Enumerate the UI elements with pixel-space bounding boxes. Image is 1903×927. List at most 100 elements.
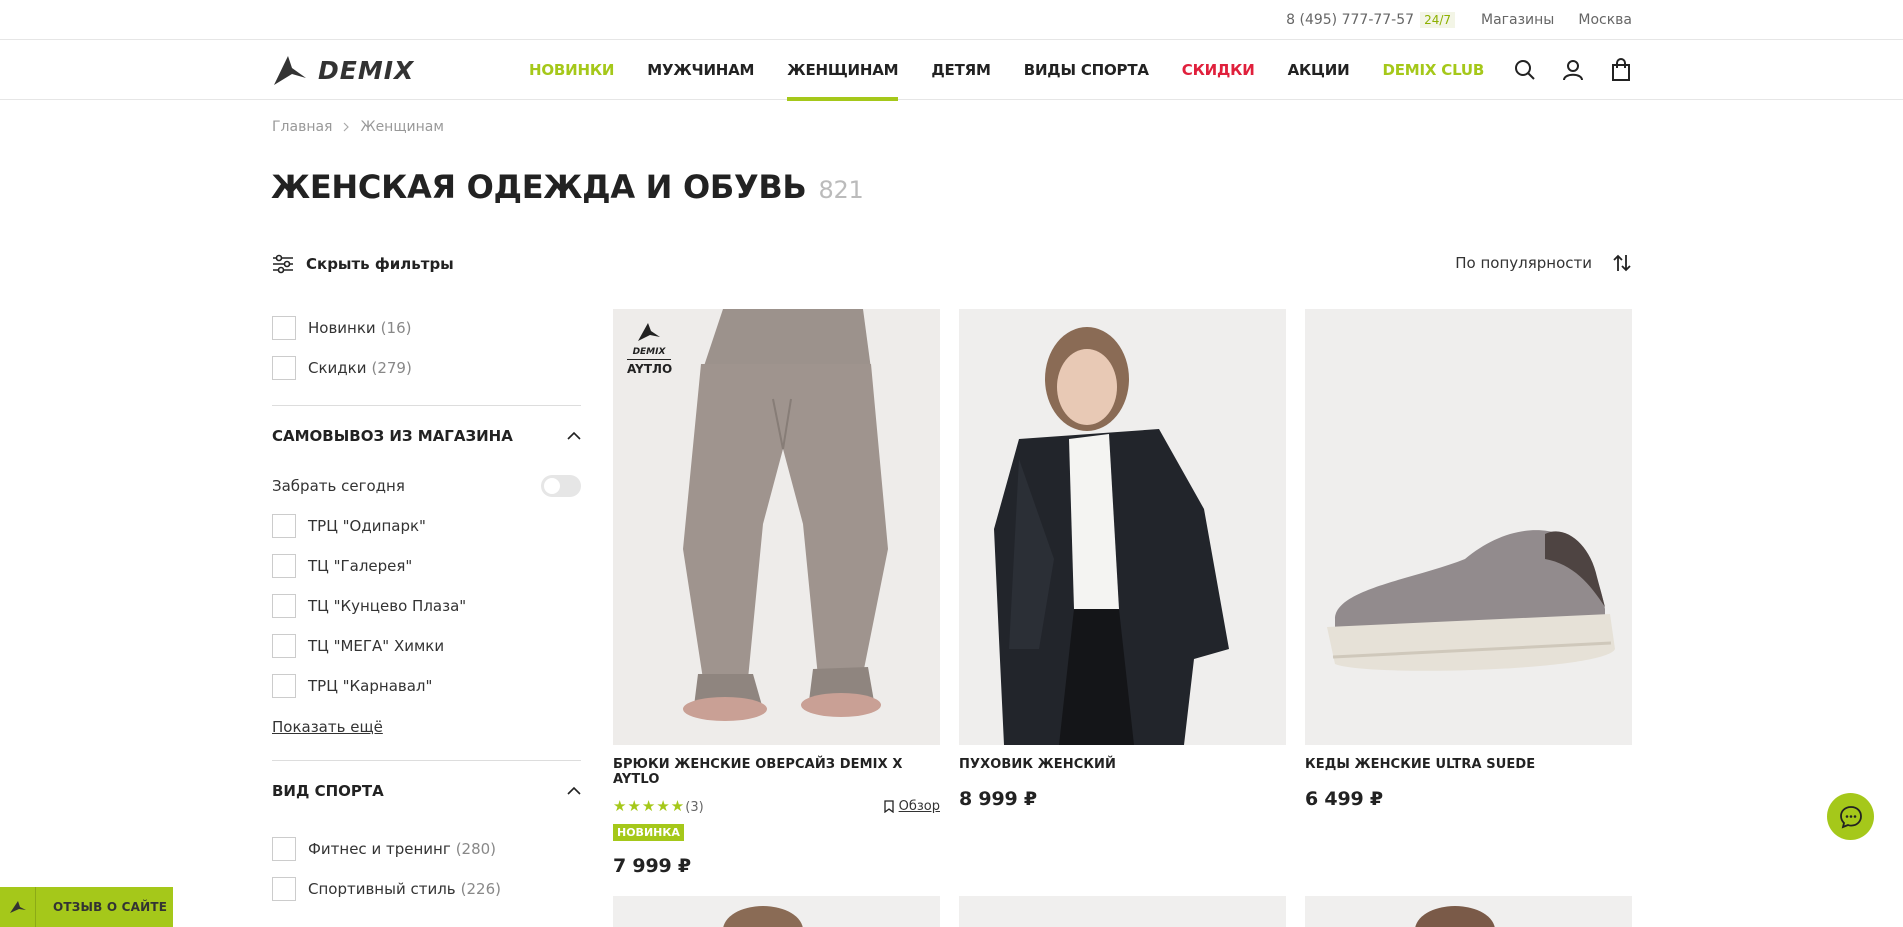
rating-stars: ★★★★★(3) — [613, 797, 704, 815]
nav-sports[interactable]: ВИДЫ СПОРТА — [1024, 40, 1149, 100]
filter-count: (16) — [380, 319, 412, 337]
nav-men[interactable]: МУЖЧИНАМ — [647, 40, 754, 100]
bag-icon[interactable] — [1609, 58, 1633, 82]
chevron-right-icon — [344, 122, 350, 132]
breadcrumb-current[interactable]: Женщинам — [360, 119, 443, 135]
city-selector[interactable]: Москва — [1578, 12, 1632, 28]
checkbox[interactable] — [272, 594, 296, 618]
show-more-link[interactable]: Показать ещё — [272, 718, 383, 736]
store-item[interactable]: ТЦ "Галерея" — [272, 546, 581, 586]
filters-toggle-button[interactable]: Скрыть фильтры — [272, 254, 454, 274]
product-image[interactable] — [959, 309, 1286, 745]
collab-tag: DEMIX AYTЛO — [627, 321, 672, 376]
store-item[interactable]: ТРЦ "Карнавал" — [272, 666, 581, 706]
chat-button[interactable] — [1827, 793, 1874, 840]
store-label: ТЦ "Кунцево Плаза" — [308, 597, 467, 615]
nav-women[interactable]: ЖЕНЩИНАМ — [787, 40, 899, 101]
top-bar-links: 8 (495) 777-77-57 24/7 Магазины Москва — [1286, 12, 1632, 28]
chat-icon — [1839, 805, 1862, 828]
store-label: ТРЦ "Карнавал" — [308, 677, 433, 695]
product-price: 7 999 ₽ — [613, 855, 691, 877]
product-image-partial[interactable] — [959, 896, 1286, 927]
sport-label: Фитнес и тренинг — [308, 840, 451, 858]
nav-promo[interactable]: АКЦИИ — [1288, 40, 1350, 100]
sport-section-header[interactable]: ВИД СПОРТА — [272, 761, 581, 821]
store-item[interactable]: ТРЦ "Одипарк" — [272, 506, 581, 546]
sort-control[interactable]: По популярности — [1455, 253, 1632, 273]
product-price: 8 999 ₽ — [959, 788, 1037, 810]
product-image-partial[interactable] — [613, 896, 940, 927]
nav-new[interactable]: НОВИНКИ — [529, 40, 614, 100]
header-actions — [1513, 58, 1633, 82]
bookmark-icon — [883, 799, 894, 813]
chevron-up-icon[interactable] — [567, 786, 581, 796]
new-badge: НОВИНКА — [613, 824, 684, 841]
search-icon[interactable] — [1513, 58, 1537, 82]
checkbox[interactable] — [272, 674, 296, 698]
sport-count: (226) — [460, 880, 501, 898]
product-name[interactable]: ПУХОВИК ЖЕНСКИЙ — [959, 757, 1286, 772]
sport-item[interactable]: Спортивный стиль (226) — [272, 869, 581, 909]
review-link[interactable]: Обзор — [883, 798, 940, 814]
product-name[interactable]: БРЮКИ ЖЕНСКИЕ ОВЕРСАЙЗ DEMIX X AYTLO — [613, 757, 940, 787]
store-item[interactable]: ТЦ "МЕГА" Химки — [272, 626, 581, 666]
checkbox[interactable] — [272, 877, 296, 901]
breadcrumb: Главная Женщинам — [272, 119, 444, 135]
site-feedback-button[interactable]: ОТЗЫВ О САЙТЕ — [0, 887, 173, 927]
demix-logo[interactable]: DEMIX — [272, 54, 449, 86]
support-badge: 24/7 — [1420, 12, 1456, 28]
sort-arrows-icon[interactable] — [1612, 253, 1632, 273]
stores-link[interactable]: Магазины — [1481, 12, 1554, 28]
filter-sale[interactable]: Скидки (279) — [272, 348, 581, 388]
checkbox[interactable] — [272, 514, 296, 538]
pickup-today-toggle[interactable] — [541, 475, 581, 497]
store-label: ТЦ "Галерея" — [308, 557, 413, 575]
sport-item[interactable]: Фитнес и тренинг (280) — [272, 829, 581, 869]
photo-partial — [1415, 906, 1495, 927]
feedback-icon-wrap — [0, 887, 36, 927]
sport-count: (280) — [455, 840, 497, 858]
demix-mark-icon — [9, 901, 26, 913]
nav-kids[interactable]: ДЕТЯМ — [931, 40, 991, 100]
product-name[interactable]: КЕДЫ ЖЕНСКИЕ ULTRA SUEDE — [1305, 757, 1632, 772]
nav-sale[interactable]: СКИДКИ — [1182, 40, 1255, 100]
phone-link[interactable]: 8 (495) 777-77-57 — [1286, 12, 1414, 28]
sneaker-photo — [1305, 309, 1632, 745]
pickup-today-row: Забрать сегодня — [272, 466, 581, 506]
page-title: ЖЕНСКАЯ ОДЕЖДА И ОБУВЬ 821 — [271, 168, 864, 206]
filters-sidebar: Новинки (16) Скидки (279) САМОВЫВОЗ ИЗ М… — [272, 308, 581, 909]
user-icon[interactable] — [1561, 58, 1585, 82]
checkbox[interactable] — [272, 316, 296, 340]
review-label: Обзор — [898, 798, 940, 814]
filters-toggle-label: Скрыть фильтры — [306, 255, 454, 273]
product-card[interactable]: КЕДЫ ЖЕНСКИЕ ULTRA SUEDE 6 499 ₽ — [1305, 309, 1632, 810]
product-image[interactable] — [1305, 309, 1632, 745]
filter-count: (279) — [371, 359, 412, 377]
main-header: DEMIX НОВИНКИ МУЖЧИНАМ ЖЕНЩИНАМ ДЕТЯМ ВИ… — [0, 40, 1903, 101]
top-bar: 8 (495) 777-77-57 24/7 Магазины Москва — [0, 0, 1903, 40]
filter-new[interactable]: Новинки (16) — [272, 308, 581, 348]
main-nav: НОВИНКИ МУЖЧИНАМ ЖЕНЩИНАМ ДЕТЯМ ВИДЫ СПО… — [529, 40, 1517, 101]
product-card[interactable]: ПУХОВИК ЖЕНСКИЙ 8 999 ₽ — [959, 309, 1286, 810]
checkbox[interactable] — [272, 837, 296, 861]
section-title: САМОВЫВОЗ ИЗ МАГАЗИНА — [272, 427, 513, 445]
logo-text: DEMIX — [318, 56, 415, 85]
filter-settings-icon — [273, 254, 293, 274]
product-price: 6 499 ₽ — [1305, 788, 1383, 810]
product-card[interactable]: DEMIX AYTЛO БРЮКИ ЖЕНСКИЕ ОВЕРСАЙЗ DEMIX… — [613, 309, 940, 877]
product-image[interactable]: DEMIX AYTЛO — [613, 309, 940, 745]
breadcrumb-home[interactable]: Главная — [272, 119, 332, 135]
product-image-partial[interactable] — [1305, 896, 1632, 927]
pickup-today-label: Забрать сегодня — [272, 477, 405, 495]
nav-club[interactable]: DEMIX CLUB — [1382, 40, 1484, 100]
checkbox[interactable] — [272, 634, 296, 658]
checkbox[interactable] — [272, 356, 296, 380]
store-item[interactable]: ТЦ "Кунцево Плаза" — [272, 586, 581, 626]
photo-partial — [723, 906, 803, 927]
checkbox[interactable] — [272, 554, 296, 578]
jacket-photo — [959, 309, 1286, 745]
section-title: ВИД СПОРТА — [272, 782, 384, 800]
collab-brand: DEMIX — [627, 347, 671, 360]
pickup-section-header[interactable]: САМОВЫВОЗ ИЗ МАГАЗИНА — [272, 406, 581, 466]
chevron-up-icon[interactable] — [567, 431, 581, 441]
